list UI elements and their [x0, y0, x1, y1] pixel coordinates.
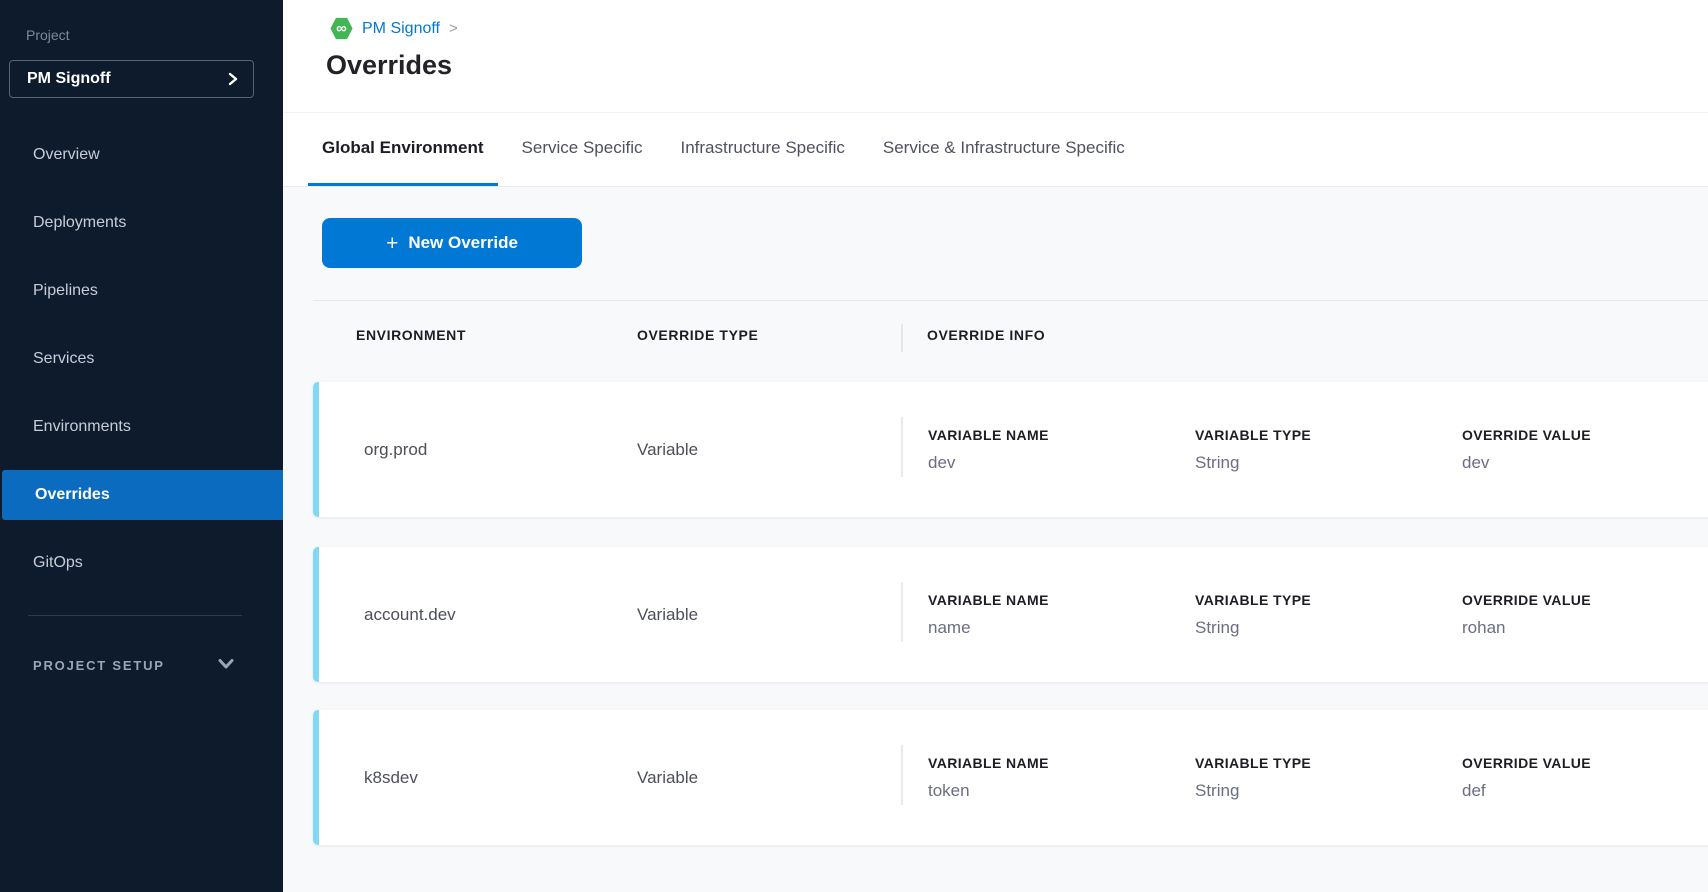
row-environment: k8sdev — [364, 710, 418, 845]
override-value-label: OVERRIDE VALUE — [1462, 592, 1591, 608]
project-selector[interactable]: PM Signoff — [9, 60, 254, 98]
variable-name-value: name — [928, 618, 1049, 638]
column-header-override-info: OVERRIDE INFO — [927, 327, 1045, 343]
variable-name-label: VARIABLE NAME — [928, 755, 1049, 771]
project-selector-value: PM Signoff — [27, 70, 227, 88]
new-override-label: New Override — [408, 233, 518, 253]
row-override-type: Variable — [637, 547, 698, 682]
variable-name-cell: VARIABLE NAME token — [928, 755, 1049, 801]
table-row[interactable]: org.prod Variable VARIABLE NAME dev VARI… — [313, 382, 1708, 517]
plus-icon: + — [386, 233, 398, 254]
variable-type-cell: VARIABLE TYPE String — [1195, 427, 1311, 473]
tab-service-specific[interactable]: Service Specific — [508, 113, 657, 186]
sidebar-item-environments[interactable]: Environments — [0, 402, 283, 452]
override-value-cell: OVERRIDE VALUE rohan — [1462, 592, 1591, 638]
sidebar-nav: Overview Deployments Pipelines Services … — [0, 130, 283, 588]
table-header: ENVIRONMENT OVERRIDE TYPE OVERRIDE INFO — [283, 327, 1708, 353]
override-value-label: OVERRIDE VALUE — [1462, 427, 1591, 443]
tab-global-environment[interactable]: Global Environment — [308, 113, 498, 186]
sidebar-item-overview[interactable]: Overview — [0, 130, 283, 180]
row-accent-stripe — [313, 710, 319, 845]
breadcrumb-project-link[interactable]: PM Signoff — [362, 20, 440, 38]
row-accent-stripe — [313, 547, 319, 682]
app-window: Project PM Signoff Overview Deployments … — [0, 0, 1708, 892]
variable-type-value: String — [1195, 781, 1311, 801]
variable-type-cell: VARIABLE TYPE String — [1195, 755, 1311, 801]
row-column-divider — [901, 745, 903, 805]
override-value-value: rohan — [1462, 618, 1591, 638]
chevron-right-icon — [227, 72, 239, 86]
row-column-divider — [901, 582, 903, 642]
sidebar-item-services[interactable]: Services — [0, 334, 283, 384]
breadcrumb-separator: > — [449, 20, 458, 37]
variable-type-value: String — [1195, 453, 1311, 473]
override-value-cell: OVERRIDE VALUE def — [1462, 755, 1591, 801]
row-environment: org.prod — [364, 382, 427, 517]
variable-type-cell: VARIABLE TYPE String — [1195, 592, 1311, 638]
chevron-down-icon — [218, 658, 234, 670]
tab-service-infrastructure-specific[interactable]: Service & Infrastructure Specific — [869, 113, 1139, 186]
column-header-override-type: OVERRIDE TYPE — [637, 327, 758, 343]
variable-type-value: String — [1195, 618, 1311, 638]
variable-name-label: VARIABLE NAME — [928, 427, 1049, 443]
variable-type-label: VARIABLE TYPE — [1195, 755, 1311, 771]
row-environment: account.dev — [364, 547, 456, 682]
override-value-value: def — [1462, 781, 1591, 801]
main-content: ∞ PM Signoff > Overrides Global Environm… — [283, 0, 1708, 892]
override-value-label: OVERRIDE VALUE — [1462, 755, 1591, 771]
override-value-cell: OVERRIDE VALUE dev — [1462, 427, 1591, 473]
project-setup-toggle[interactable]: PROJECT SETUP — [33, 650, 165, 680]
sidebar-item-pipelines[interactable]: Pipelines — [0, 266, 283, 316]
header-column-divider — [901, 324, 903, 352]
table-top-divider — [313, 300, 1708, 301]
sidebar-item-overrides[interactable]: Overrides — [2, 470, 283, 520]
row-column-divider — [901, 417, 903, 477]
page-title: Overrides — [326, 50, 452, 81]
variable-type-label: VARIABLE TYPE — [1195, 592, 1311, 608]
variable-name-label: VARIABLE NAME — [928, 592, 1049, 608]
row-accent-stripe — [313, 382, 319, 517]
variable-type-label: VARIABLE TYPE — [1195, 427, 1311, 443]
project-label: Project — [26, 27, 70, 43]
table-row[interactable]: account.dev Variable VARIABLE NAME name … — [313, 547, 1708, 682]
variable-name-value: token — [928, 781, 1049, 801]
variable-name-cell: VARIABLE NAME dev — [928, 427, 1049, 473]
override-value-value: dev — [1462, 453, 1591, 473]
sidebar: Project PM Signoff Overview Deployments … — [0, 0, 283, 892]
variable-name-cell: VARIABLE NAME name — [928, 592, 1049, 638]
project-setup-label: PROJECT SETUP — [33, 658, 165, 673]
table-row[interactable]: k8sdev Variable VARIABLE NAME token VARI… — [313, 710, 1708, 845]
new-override-button[interactable]: + New Override — [322, 218, 582, 268]
sidebar-item-deployments[interactable]: Deployments — [0, 198, 283, 248]
row-override-type: Variable — [637, 382, 698, 517]
breadcrumb: ∞ PM Signoff > — [330, 17, 458, 40]
sidebar-divider — [28, 615, 242, 616]
project-hexagon-icon: ∞ — [330, 17, 353, 40]
overrides-panel: + New Override ENVIRONMENT OVERRIDE TYPE… — [283, 187, 1708, 892]
tab-infrastructure-specific[interactable]: Infrastructure Specific — [666, 113, 858, 186]
variable-name-value: dev — [928, 453, 1049, 473]
sidebar-item-gitops[interactable]: GitOps — [0, 538, 283, 588]
column-header-environment: ENVIRONMENT — [356, 327, 466, 343]
row-override-type: Variable — [637, 710, 698, 845]
tab-bar: Global Environment Service Specific Infr… — [283, 112, 1708, 187]
